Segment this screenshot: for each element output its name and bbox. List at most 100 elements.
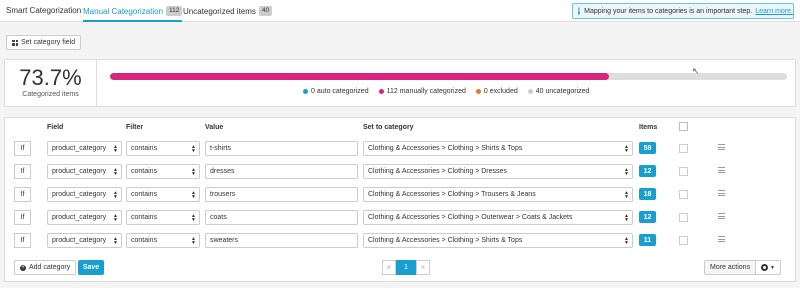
select-all-checkbox[interactable] — [679, 122, 688, 131]
filter-select[interactable]: contains ▲ ▼ — [126, 210, 200, 225]
item-count-badge[interactable]: 59 — [639, 142, 656, 154]
save-button[interactable]: Save — [78, 260, 104, 275]
value-input[interactable]: dresses — [205, 164, 358, 179]
table-row: If product_category ▲ ▼ contains ▲ ▼ t-shirt… — [5, 138, 795, 160]
filter-select-value: contains — [131, 145, 158, 152]
drag-handle-icon[interactable] — [718, 167, 725, 173]
row-checkbox[interactable] — [679, 190, 688, 199]
field-select[interactable]: product_category ▲ ▼ — [47, 210, 122, 225]
filter-select[interactable]: contains ▲ ▼ — [126, 233, 200, 248]
pagination-next-button[interactable]: » — [416, 260, 430, 275]
if-button[interactable]: If — [14, 187, 31, 202]
field-select[interactable]: product_category ▲ ▼ — [47, 141, 122, 156]
filter-select[interactable]: contains ▲ ▼ — [126, 141, 200, 156]
category-select-value: Clothing & Accessories > Clothing > Shir… — [368, 237, 523, 244]
row-checkbox[interactable] — [679, 236, 688, 245]
filter-select[interactable]: contains ▲ ▼ — [126, 164, 200, 179]
mouse-cursor-icon: ↖ — [692, 66, 700, 76]
pagination-prev-button[interactable]: « — [382, 260, 396, 275]
select-arrows-icon: ▲ ▼ — [624, 190, 629, 200]
drag-handle-icon[interactable] — [718, 190, 725, 196]
if-button[interactable]: If — [14, 233, 31, 248]
field-select-value: product_category — [52, 168, 107, 175]
tab-label: Smart Categorization — [6, 6, 82, 15]
category-select-value: Clothing & Accessories > Clothing > Trou… — [368, 191, 536, 198]
row-checkbox[interactable] — [679, 167, 688, 176]
legend-dot — [527, 89, 533, 94]
legend-excluded: 0 excluded — [475, 88, 518, 95]
filter-select-value: contains — [131, 168, 158, 175]
select-arrows-icon: ▲ ▼ — [624, 236, 629, 246]
value-input[interactable]: sweaters — [205, 233, 358, 248]
select-arrows-icon: ▲ ▼ — [191, 236, 196, 246]
progress-legend: 0 auto categorized 112 manually categori… — [303, 88, 589, 95]
select-arrows-icon: ▲ ▼ — [113, 144, 118, 154]
if-button[interactable]: If — [14, 210, 31, 225]
table-row: If product_category ▲ ▼ contains ▲ ▼ coats C… — [5, 207, 795, 229]
column-header-set-to-category: Set to category — [363, 124, 414, 131]
if-button[interactable]: If — [14, 141, 31, 156]
item-count-badge[interactable]: 11 — [639, 234, 656, 246]
column-header-items: Items — [639, 124, 658, 131]
tab-uncategorized-items[interactable]: Uncategorized items 40 — [183, 6, 273, 16]
filter-select-value: contains — [131, 191, 158, 198]
select-arrows-icon: ▲ ▼ — [113, 236, 118, 246]
pagination-page-current[interactable]: 1 — [396, 260, 416, 275]
categorized-label: Categorized items — [22, 91, 79, 98]
tab-manual-categorization[interactable]: Manual Categorization 112 — [83, 6, 183, 22]
tab-count-badge: 112 — [166, 6, 183, 16]
filter-select[interactable]: contains ▲ ▼ — [126, 187, 200, 202]
field-select[interactable]: product_category ▲ ▼ — [47, 164, 122, 179]
value-input[interactable]: t-shirts — [205, 141, 358, 156]
set-category-field-button[interactable]: Set category field — [6, 35, 82, 50]
if-button[interactable]: If — [14, 164, 31, 179]
select-arrows-icon: ▲ ▼ — [624, 144, 629, 154]
grid-icon — [12, 39, 18, 46]
item-count-badge[interactable]: 18 — [639, 188, 656, 200]
category-select[interactable]: Clothing & Accessories > Clothing > Shir… — [363, 141, 633, 156]
category-select-value: Clothing & Accessories > Clothing > Dres… — [368, 168, 507, 175]
table-row: If product_category ▲ ▼ contains ▲ ▼ dresses… — [5, 161, 795, 183]
more-actions-button[interactable]: More actions — [704, 260, 757, 275]
legend-dot — [378, 89, 384, 94]
tab-label: Manual Categorization — [83, 6, 164, 16]
info-banner-text: Mapping your items to categories is an i… — [584, 7, 753, 15]
field-select[interactable]: product_category ▲ ▼ — [47, 187, 122, 202]
row-checkbox[interactable] — [679, 213, 688, 222]
category-select-value: Clothing & Accessories > Clothing > Shir… — [368, 145, 523, 152]
legend-label: 0 excluded — [483, 88, 518, 95]
value-input[interactable]: coats — [205, 210, 358, 225]
category-rules-table: Field Filter Value Set to category Items… — [4, 117, 796, 282]
filter-select-value: contains — [131, 214, 158, 221]
drag-handle-icon[interactable] — [718, 144, 725, 150]
set-category-field-label: Set category field — [21, 39, 76, 46]
category-select-value: Clothing & Accessories > Clothing > Oute… — [368, 214, 573, 221]
legend-label: 40 uncategorized — [535, 88, 590, 95]
category-select[interactable]: Clothing & Accessories > Clothing > Dres… — [363, 164, 633, 179]
value-input[interactable]: trousers — [205, 187, 358, 202]
field-select-value: product_category — [52, 237, 107, 244]
drag-handle-icon[interactable] — [718, 236, 725, 242]
legend-label: 112 manually categorized — [386, 88, 466, 95]
category-select[interactable]: Clothing & Accessories > Clothing > Shir… — [363, 233, 633, 248]
pagination: « 1 » — [382, 260, 430, 275]
category-select[interactable]: Clothing & Accessories > Clothing > Trou… — [363, 187, 633, 202]
field-select[interactable]: product_category ▲ ▼ — [47, 233, 122, 248]
info-banner: i Mapping your items to categories is an… — [572, 3, 794, 19]
column-header-filter: Filter — [126, 124, 144, 131]
category-select[interactable]: Clothing & Accessories > Clothing > Oute… — [363, 210, 633, 225]
legend-auto-categorized: 0 auto categorized — [303, 88, 369, 95]
drag-handle-icon[interactable] — [718, 213, 725, 219]
add-category-button[interactable]: + Add category — [14, 260, 77, 275]
item-count-badge[interactable]: 12 — [639, 211, 656, 223]
info-icon: i — [578, 7, 581, 15]
row-checkbox[interactable] — [679, 144, 688, 153]
settings-dropdown-button[interactable]: ▼ — [755, 260, 781, 275]
item-count-badge[interactable]: 12 — [639, 165, 656, 177]
tab-smart-categorization[interactable]: Smart Categorization — [6, 6, 81, 15]
table-row: If product_category ▲ ▼ contains ▲ ▼ trouser… — [5, 184, 795, 206]
select-arrows-icon: ▲ ▼ — [113, 167, 118, 177]
learn-more-link[interactable]: Learn more. — [755, 8, 793, 15]
gear-icon — [761, 264, 769, 271]
select-arrows-icon: ▲ ▼ — [113, 190, 118, 200]
